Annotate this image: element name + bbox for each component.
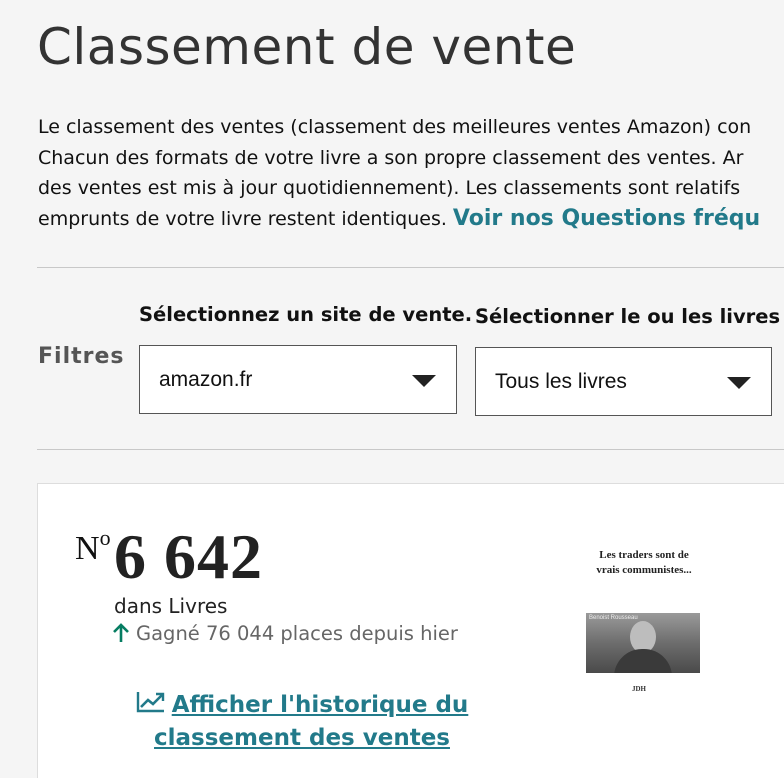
rank-prefix-sup: o [99,525,111,550]
book-cover-title: Les traders sont de vrais communistes... [582,548,706,578]
chevron-down-icon [727,377,751,389]
sales-rank-history-label: Afficher l'historique du classement des … [154,692,469,751]
faq-link[interactable]: Voir nos Questions fréqu [453,206,760,231]
intro-line-4: emprunts de votre livre restent identiqu… [38,204,784,235]
books-filter-heading: Sélectionner le ou les livres [475,305,781,328]
line-chart-icon [136,690,166,722]
sales-rank-page: Classement de vente Le classement des ve… [0,0,784,778]
books-select[interactable]: Tous les livres [475,347,772,416]
book-cover-title-line-2: vrais communistes... [596,564,692,576]
publisher-logo: JDH [632,685,646,693]
site-filter-heading: Sélectionnez un site de vente. [139,303,473,326]
book-cover[interactable]: Les traders sont de vrais communistes...… [582,540,706,705]
chevron-down-icon [412,375,436,387]
rank-category: dans Livres [114,594,228,618]
book-cover-title-line-1: Les traders sont de [599,549,689,561]
rank-prefix-letter: N [75,530,100,567]
intro-line-2: Chacun des formats de votre livre a son … [38,146,744,169]
sales-rank-history-link[interactable]: Afficher l'historique du classement des … [132,689,472,754]
author-photo-body [614,649,672,673]
filters-label: Filtres [38,344,125,369]
author-photo: Benoist Rousseau [586,613,700,673]
intro-text: Le classement des ventes (classement des… [38,112,784,234]
divider-bottom [37,449,784,450]
rank-change: Gagné 76 044 places depuis hier [112,622,458,648]
marketplace-select[interactable]: amazon.fr [139,345,457,414]
marketplace-select-value: amazon.fr [159,368,253,391]
arrow-up-icon [112,623,130,648]
sales-rank-card: No 6 642 dans Livres Gagné 76 044 places… [37,483,784,778]
rank-number-sign: No [75,525,111,568]
intro-line-3: des ventes est mis à jour quotidiennemen… [38,177,741,199]
rank-change-text: Gagné 76 044 places depuis hier [136,622,458,645]
page-title: Classement de vente [37,18,577,76]
divider-top [37,267,784,268]
intro-line-1: Le classement des ventes (classement des… [38,116,752,138]
intro-line-4-text: emprunts de votre livre restent identiqu… [38,207,453,230]
rank-value: 6 642 [114,521,263,592]
book-cover-author: Benoist Rousseau [589,615,638,621]
books-select-value: Tous les livres [495,370,627,393]
